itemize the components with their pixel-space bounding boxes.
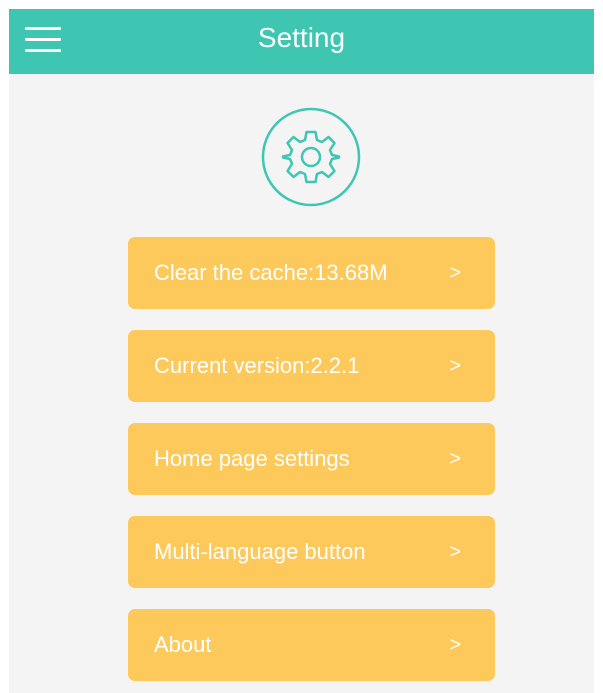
chevron-right-icon: >: [449, 634, 461, 656]
chevron-right-icon: >: [449, 262, 461, 284]
multi-language-label: Multi-language button: [154, 539, 366, 564]
current-version-label: Current version:2.2.1: [154, 353, 360, 378]
multi-language-button[interactable]: Multi-language button >: [128, 516, 495, 588]
settings-menu-list: Clear the cache:13.68M > Current version…: [128, 237, 495, 693]
settings-screen: Setting Clear the cache:13.68M > Current…: [9, 9, 594, 693]
chevron-right-icon: >: [449, 541, 461, 563]
about-label: About: [154, 632, 212, 657]
chevron-right-icon: >: [449, 355, 461, 377]
clear-cache-label: Clear the cache:13.68M: [154, 260, 388, 285]
top-app-bar: Setting: [9, 9, 594, 74]
about-button[interactable]: About >: [128, 609, 495, 681]
home-page-settings-button[interactable]: Home page settings >: [128, 423, 495, 495]
page-title: Setting: [257, 22, 346, 53]
gear-icon: [261, 107, 361, 207]
clear-cache-button[interactable]: Clear the cache:13.68M >: [128, 237, 495, 309]
chevron-right-icon: >: [449, 448, 461, 470]
current-version-button[interactable]: Current version:2.2.1 >: [128, 330, 495, 402]
home-page-settings-label: Home page settings: [154, 446, 350, 471]
